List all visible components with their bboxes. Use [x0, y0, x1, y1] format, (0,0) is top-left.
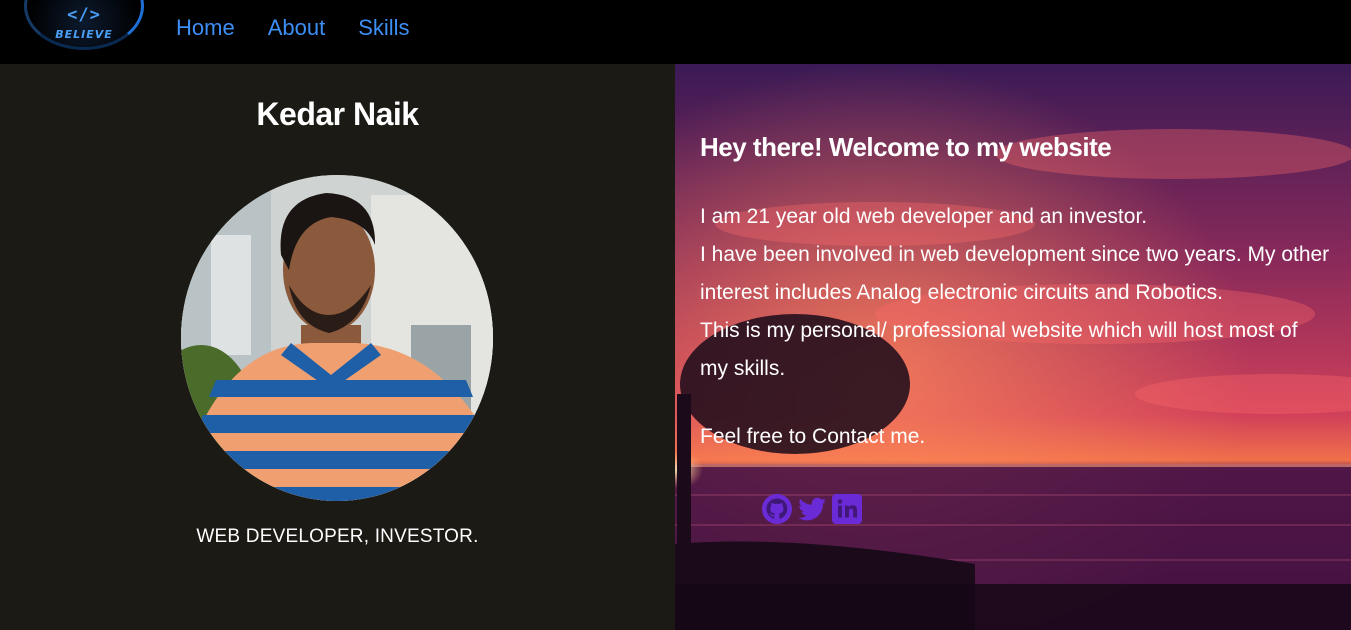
believe-logo[interactable]: </> BELIEVE: [24, 0, 144, 50]
profile-panel: Kedar Naik WEB DEVELOPER, INVESTOR.: [0, 64, 675, 630]
nav-links: Home About Skills: [176, 14, 410, 42]
bio-line: This is my personal/ professional websit…: [700, 319, 1298, 380]
welcome-heading: Hey there! Welcome to my website: [700, 132, 1112, 162]
contact-text: Feel free to Contact me.: [700, 425, 926, 448]
twitter-icon[interactable]: [796, 493, 828, 525]
bio-line: I have been involved in web development …: [700, 243, 1330, 304]
nav-link-about[interactable]: About: [268, 14, 326, 42]
logo-code-glyph: </>: [67, 5, 101, 25]
logo-text: BELIEVE: [55, 28, 113, 41]
bio-text: I am 21 year old web developer and an in…: [700, 198, 1330, 388]
social-links: [761, 493, 863, 525]
nav-link-skills[interactable]: Skills: [358, 14, 409, 42]
linkedin-icon[interactable]: [831, 493, 863, 525]
profile-photo: [181, 175, 493, 501]
github-icon[interactable]: [761, 493, 793, 525]
bio-line: I am 21 year old web developer and an in…: [700, 205, 1148, 228]
intro-panel: Hey there! Welcome to my website I am 21…: [675, 64, 1351, 630]
profile-name: Kedar Naik: [256, 96, 419, 132]
profile-role: WEB DEVELOPER, INVESTOR.: [196, 526, 479, 547]
navbar: </> BELIEVE Home About Skills: [0, 0, 1351, 64]
nav-link-home[interactable]: Home: [176, 14, 235, 42]
